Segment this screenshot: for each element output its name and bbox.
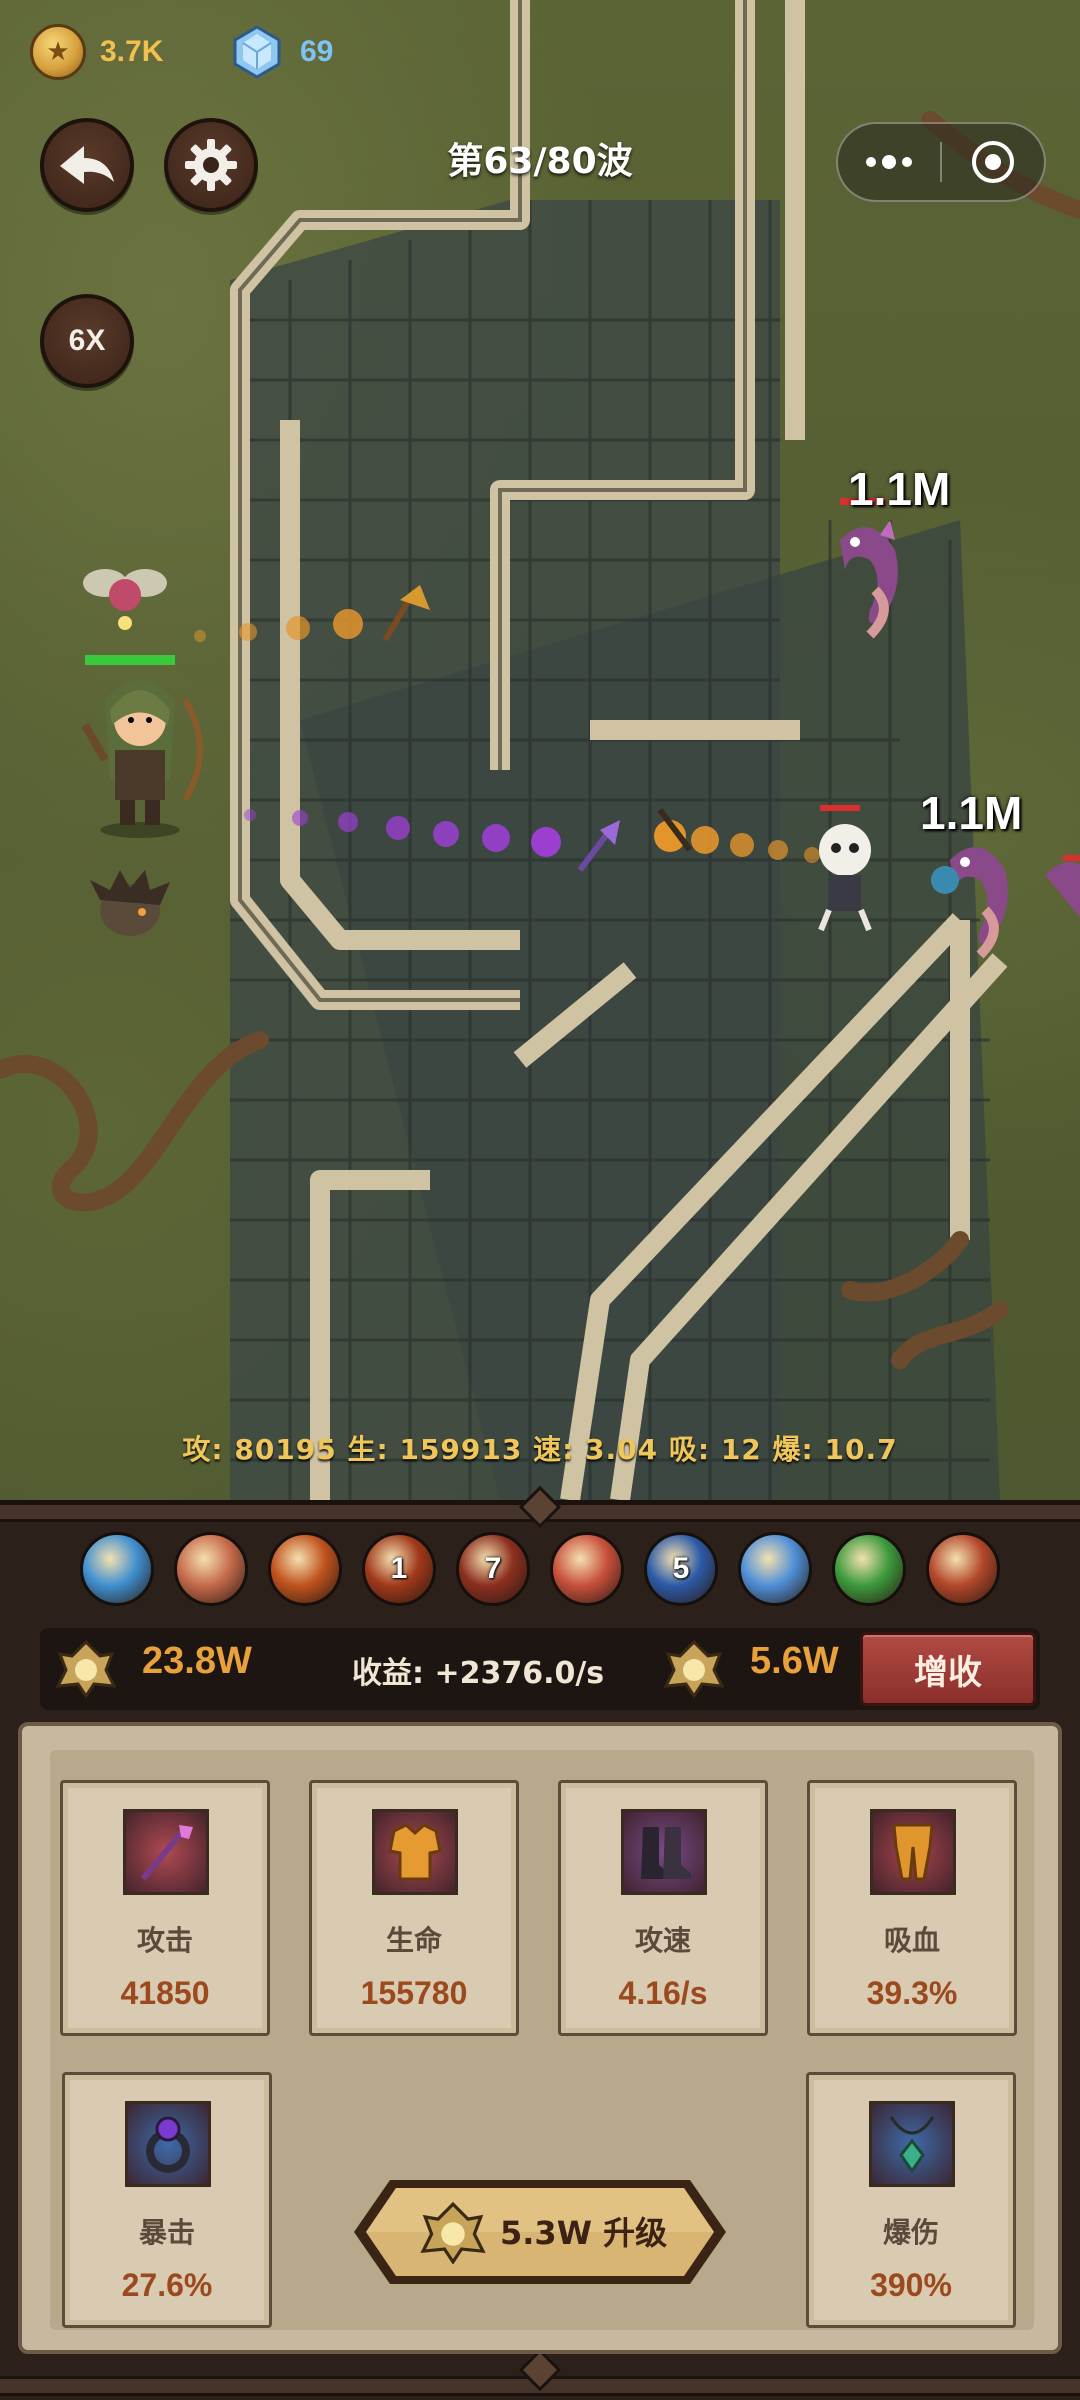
upgrade-card-value: 41850	[120, 1975, 210, 2011]
upgrade-card[interactable]: 生命 155780	[309, 1780, 519, 2036]
upgrade-card[interactable]: 爆伤 390%	[806, 2072, 1016, 2328]
damage-label: 1.1M	[920, 787, 1023, 839]
battlefield: ★ 3.7K 69 6X 第63/80波 1.1M 1.1M 攻: 80195 …	[0, 0, 1080, 1500]
upgrade-card-value: 390%	[870, 2267, 952, 2303]
upgrade-card-label: 吸血	[883, 1924, 940, 1957]
gold-crystal-icon	[664, 1640, 724, 1698]
gem-counter: 69	[228, 22, 333, 82]
archer-hero	[81, 655, 203, 838]
increase-income-button[interactable]: 增收	[860, 1632, 1036, 1706]
heart-skill-icon	[550, 1532, 624, 1606]
coin-icon: ★	[30, 24, 86, 80]
meteor-skill-icon: 7	[456, 1532, 530, 1606]
upgrade-button[interactable]: 5.3W 升级	[350, 2172, 730, 2292]
upgrade-card-label: 攻击	[136, 1924, 193, 1957]
coin-counter: ★ 3.7K	[30, 22, 163, 82]
fairy-companion	[83, 569, 167, 630]
boots-icon	[621, 1809, 707, 1895]
upgrade-card-value: 39.3%	[866, 1975, 958, 2011]
sword-skill-icon	[174, 1532, 248, 1606]
coin-amount: 3.7K	[100, 35, 164, 68]
speed-toggle-button[interactable]: 6X	[40, 294, 134, 388]
fireball-skill-icon	[268, 1532, 342, 1606]
worm-enemy	[1045, 855, 1080, 917]
fire-claw-skill-icon	[926, 1532, 1000, 1606]
ring-icon	[125, 2101, 211, 2187]
gold-crystal-icon	[420, 2202, 486, 2264]
armor-icon	[372, 1809, 458, 1895]
staff-icon	[123, 1809, 209, 1895]
gem-amount: 69	[300, 35, 334, 68]
close-miniprogram-button[interactable]	[942, 124, 1044, 200]
more-dots-icon	[866, 155, 912, 169]
ice-slash-skill-icon	[738, 1532, 812, 1606]
back-button[interactable]	[40, 118, 134, 212]
amulet-icon	[869, 2101, 955, 2187]
income-bar: 23.8W 收益: +2376.0/s 5.6W 增收	[40, 1628, 1040, 1710]
gem-icon	[228, 23, 286, 81]
upgrade-card-value: 155780	[360, 1975, 468, 2011]
skill-level: 5	[672, 1552, 690, 1585]
income-rate: 收益: +2376.0/s	[352, 1656, 605, 1691]
target-circle-icon	[972, 141, 1014, 183]
wave-counter: 第63/80波	[447, 141, 633, 182]
total-gold-amount: 23.8W	[142, 1640, 252, 1682]
upgrade-card[interactable]: 攻速 4.16/s	[558, 1780, 768, 2036]
skill-bar: 1 7 5	[80, 1532, 1000, 1612]
gear-icon	[185, 139, 237, 191]
lightning-skill-icon: 5	[644, 1532, 718, 1606]
increase-cost-amount: 5.6W	[750, 1640, 839, 1682]
upgrade-card-label: 暴击	[138, 2216, 195, 2249]
back-arrow-icon	[60, 146, 114, 184]
upgrade-button-label: 5.3W 升级	[500, 2214, 668, 2252]
upgrade-card[interactable]: 攻击 41850	[60, 1780, 270, 2036]
leggings-icon	[870, 1809, 956, 1895]
more-menu-button[interactable]	[838, 124, 940, 200]
dungeon-map	[0, 0, 1080, 1500]
hedgehog-pet	[90, 870, 170, 936]
upgrade-card-label: 攻速	[634, 1924, 691, 1957]
heal-cross-skill-icon	[832, 1532, 906, 1606]
upgrade-card-value: 27.6%	[121, 2267, 213, 2303]
mini-program-capsule	[836, 122, 1046, 202]
upgrade-card-value: 4.16/s	[618, 1975, 708, 2011]
gold-crystal-icon	[56, 1640, 116, 1698]
skill-level: 7	[484, 1552, 502, 1585]
whirlwind-skill-icon	[80, 1532, 154, 1606]
flame-skill-icon: 1	[362, 1532, 436, 1606]
hero-stats-line: 攻: 80195 生: 159913 速: 3.04 吸: 12 爆: 10.7	[182, 1433, 898, 1466]
settings-button[interactable]	[164, 118, 258, 212]
upgrade-card-label: 生命	[385, 1924, 442, 1957]
upgrade-card[interactable]: 吸血 39.3%	[807, 1780, 1017, 2036]
upgrade-card-label: 爆伤	[882, 2216, 939, 2249]
damage-label: 1.1M	[848, 463, 951, 515]
upgrade-card[interactable]: 暴击 27.6%	[62, 2072, 272, 2328]
skill-level: 1	[390, 1552, 408, 1585]
